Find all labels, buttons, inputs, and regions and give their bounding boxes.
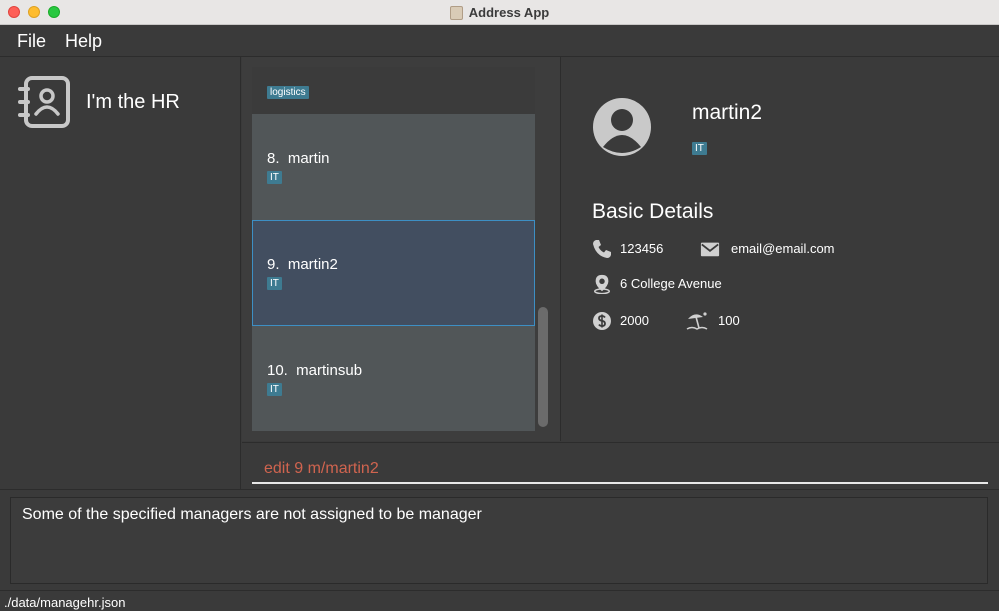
address-value: 6 College Avenue (620, 276, 722, 291)
result-area: Some of the specified managers are not a… (0, 489, 999, 589)
beach-umbrella-icon (686, 312, 708, 330)
leave-value: 100 (718, 313, 740, 328)
person-tag: logistics (267, 86, 309, 99)
person-tag: IT (267, 383, 282, 396)
person-detail-panel: martin2 IT Basic Details 123456 email@em… (562, 57, 999, 441)
window-title-group: Address App (0, 0, 999, 25)
result-message: Some of the specified managers are not a… (22, 506, 482, 523)
menu-bar: File Help (0, 25, 999, 57)
person-tag: IT (692, 142, 707, 155)
menu-help[interactable]: Help (65, 31, 102, 52)
person-card-title: 8. martin (267, 150, 330, 167)
email-icon (700, 242, 720, 257)
title-bar: Address App (0, 0, 999, 25)
address-book-icon (18, 76, 70, 128)
menu-file[interactable]: File (17, 31, 46, 52)
person-card[interactable]: 10. martinsub IT (252, 326, 535, 431)
save-location: ./data/managehr.json (4, 595, 126, 610)
person-tag: IT (267, 171, 282, 184)
sidebar: I'm the HR (0, 57, 241, 489)
window-title: Address App (468, 5, 550, 20)
person-card-title: 9. martin2 (267, 256, 338, 273)
email-value: email@email.com (731, 241, 835, 256)
command-input[interactable] (252, 455, 988, 484)
person-tag: IT (267, 277, 282, 290)
dollar-icon (593, 312, 611, 330)
status-bar: ./data/managehr.json (0, 590, 999, 611)
section-title: Basic Details (592, 200, 714, 223)
list-scrollbar[interactable] (538, 307, 548, 427)
person-card-title: 10. martinsub (267, 362, 363, 379)
person-card-selected[interactable]: 9. martin2 IT (252, 220, 535, 326)
app-name: I'm the HR (86, 91, 180, 113)
person-card[interactable]: 8. martin IT (252, 114, 535, 220)
result-display[interactable]: Some of the specified managers are not a… (10, 497, 988, 584)
command-area (242, 442, 999, 489)
person-list[interactable]: logistics 8. martin IT 9. martin2 IT 10.… (252, 67, 535, 431)
location-pin-icon (594, 274, 610, 294)
app-document-icon (449, 5, 463, 20)
person-name: martin2 (692, 101, 763, 124)
avatar-icon (593, 98, 651, 156)
phone-value: 123456 (620, 241, 664, 256)
person-list-panel: logistics 8. martin IT 9. martin2 IT 10.… (242, 57, 561, 441)
salary-value: 2000 (620, 313, 649, 328)
phone-icon (593, 240, 611, 258)
